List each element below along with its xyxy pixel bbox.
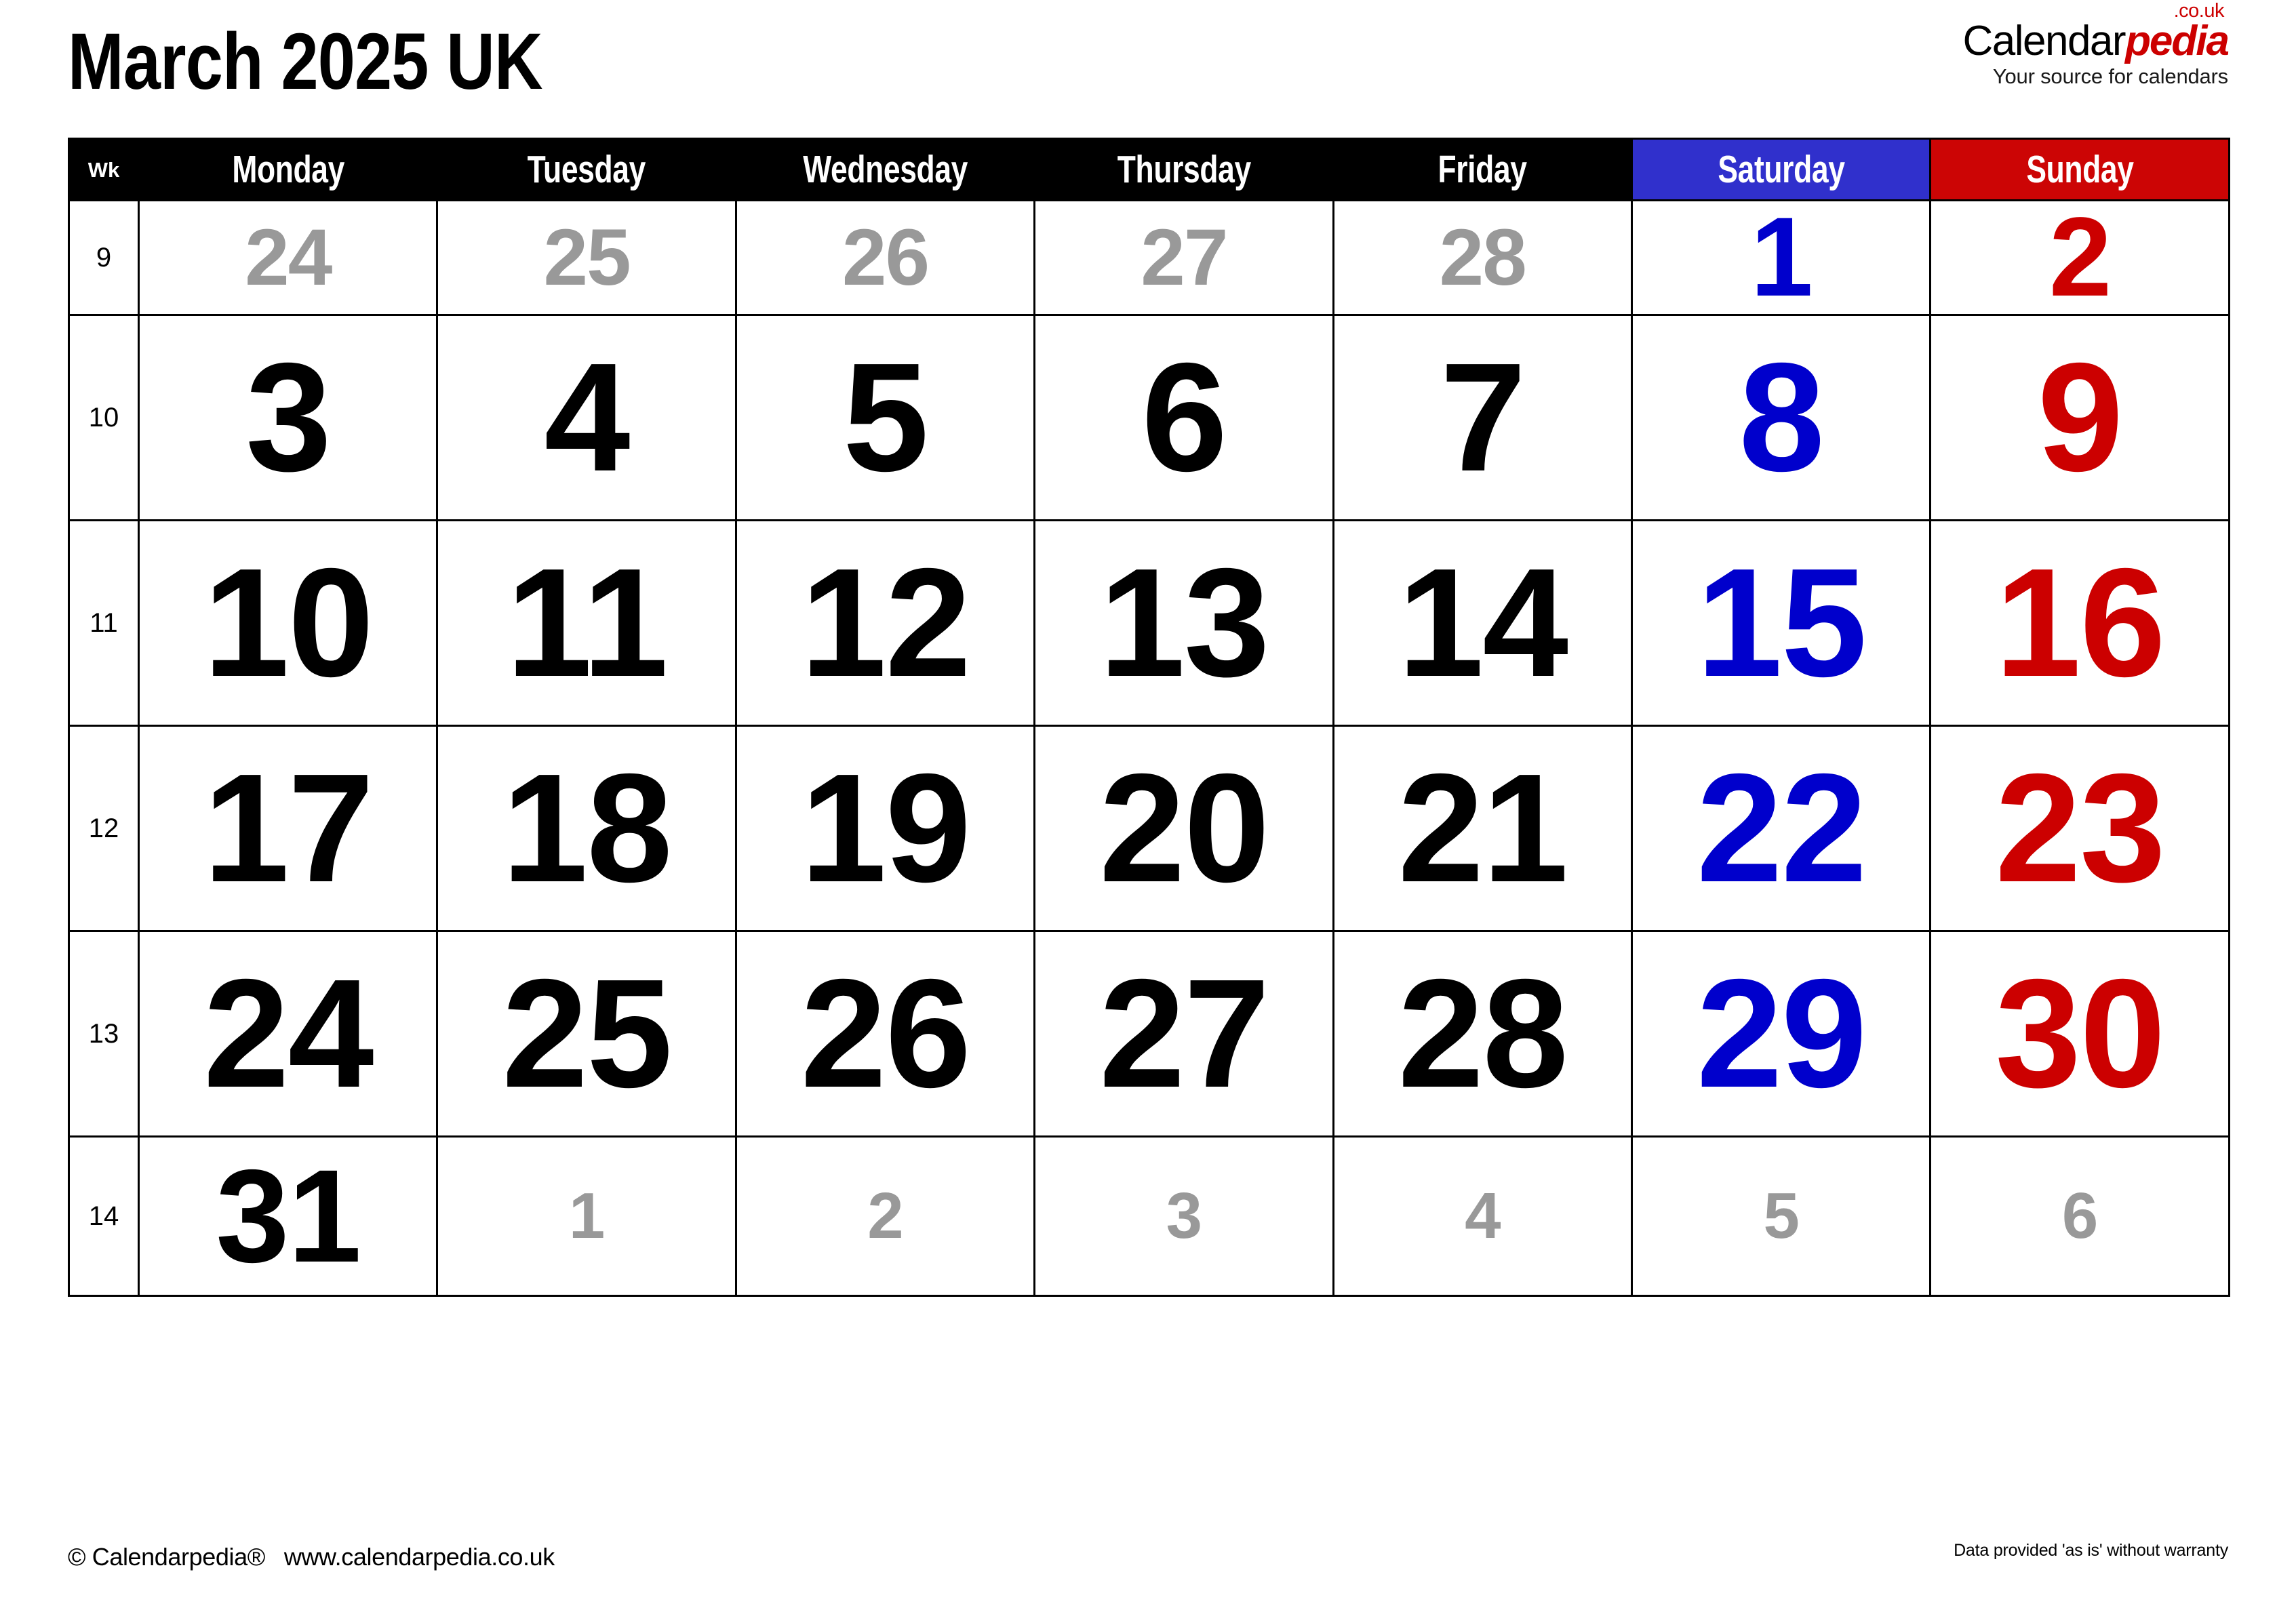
calendar-grid: Wk Monday Tuesday Wednesday Thursday Fri… [68, 138, 2230, 1297]
day-cell[interactable]: 6 [1929, 1135, 2230, 1297]
day-cell[interactable]: 8 [1630, 314, 1932, 521]
page-header: March 2025 UK Calendarpedia .co.uk Your s… [0, 0, 2296, 132]
column-header-sunday: Sunday [1929, 138, 2230, 201]
copyright-text: © Calendarpedia® [68, 1543, 265, 1571]
week-number-cell: 13 [68, 930, 140, 1138]
brand-name-red: pedia [2125, 18, 2230, 64]
day-cell[interactable]: 21 [1332, 725, 1633, 932]
day-cell[interactable]: 27 [1033, 199, 1334, 316]
brand-name-black: Calendar [1962, 18, 2126, 64]
day-cell[interactable]: 7 [1332, 314, 1633, 521]
day-cell[interactable]: 6 [1033, 314, 1334, 521]
calendar-week-row: 11 10 11 12 13 14 15 16 [68, 519, 2230, 727]
day-cell[interactable]: 15 [1630, 519, 1932, 727]
week-number-cell: 11 [68, 519, 140, 727]
day-cell[interactable]: 24 [137, 930, 439, 1138]
day-cell[interactable]: 3 [137, 314, 439, 521]
day-cell[interactable]: 19 [734, 725, 1036, 932]
day-cell[interactable]: 4 [436, 314, 737, 521]
day-cell[interactable]: 28 [1332, 199, 1633, 316]
week-number-cell: 9 [68, 199, 140, 316]
brand-tagline: Your source for calendars [1992, 64, 2228, 88]
website-link[interactable]: www.calendarpedia.co.uk [284, 1543, 555, 1571]
week-number-cell: 10 [68, 314, 140, 521]
brand-tld: .co.uk [2173, 0, 2225, 22]
day-cell[interactable]: 3 [1033, 1135, 1334, 1297]
day-cell[interactable]: 26 [734, 930, 1036, 1138]
footer-copyright: © Calendarpedia® www.calendarpedia.co.uk [68, 1544, 555, 1571]
calendar-body: 9 24 25 26 27 28 1 2 10 3 4 5 6 7 8 9 11 10 11 12 13 14 15 16 12… [68, 199, 2230, 1297]
calendar-week-row: 12 17 18 19 20 21 22 23 [68, 725, 2230, 932]
monday-label: Monday [231, 147, 344, 191]
day-cell[interactable]: 17 [137, 725, 439, 932]
day-cell[interactable]: 29 [1630, 930, 1932, 1138]
sunday-label: Sunday [2025, 147, 2134, 191]
column-header-week: Wk [68, 138, 140, 201]
tuesday-label: Tuesday [527, 147, 646, 191]
day-cell[interactable]: 22 [1630, 725, 1932, 932]
day-cell[interactable]: 16 [1929, 519, 2230, 727]
column-header-thursday: Thursday [1033, 138, 1334, 201]
calendarpedia-logo[interactable]: Calendarpedia .co.uk Your source for cale… [1962, 1, 2230, 88]
day-cell[interactable]: 18 [436, 725, 737, 932]
day-cell[interactable]: 5 [734, 314, 1036, 521]
day-cell[interactable]: 9 [1929, 314, 2230, 521]
day-cell[interactable]: 20 [1033, 725, 1334, 932]
day-cell[interactable]: 2 [734, 1135, 1036, 1297]
day-cell[interactable]: 13 [1033, 519, 1334, 727]
day-cell[interactable]: 4 [1332, 1135, 1633, 1297]
day-cell[interactable]: 10 [137, 519, 439, 727]
day-cell[interactable]: 5 [1630, 1135, 1932, 1297]
day-cell[interactable]: 24 [137, 199, 439, 316]
day-cell[interactable]: 28 [1332, 930, 1633, 1138]
day-cell[interactable]: 30 [1929, 930, 2230, 1138]
calendar-page: March 2025 UK Calendarpedia .co.uk Your s… [0, 0, 2296, 1610]
column-header-wednesday: Wednesday [734, 138, 1036, 201]
column-header-tuesday: Tuesday [436, 138, 737, 201]
day-cell[interactable]: 31 [137, 1135, 439, 1297]
day-cell[interactable]: 14 [1332, 519, 1633, 727]
day-cell[interactable]: 1 [436, 1135, 737, 1297]
calendar-header-row: Wk Monday Tuesday Wednesday Thursday Fri… [68, 138, 2230, 201]
column-header-saturday: Saturday [1630, 138, 1932, 201]
day-cell[interactable]: 25 [436, 930, 737, 1138]
day-cell[interactable]: 11 [436, 519, 737, 727]
calendar-week-row: 10 3 4 5 6 7 8 9 [68, 314, 2230, 521]
thursday-label: Thursday [1117, 147, 1251, 191]
week-number-cell: 14 [68, 1135, 140, 1297]
wednesday-label: Wednesday [803, 147, 968, 191]
day-cell[interactable]: 12 [734, 519, 1036, 727]
saturday-label: Saturday [1718, 147, 1845, 191]
week-number-cell: 12 [68, 725, 140, 932]
column-header-monday: Monday [137, 138, 439, 201]
day-cell[interactable]: 2 [1929, 199, 2230, 316]
calendar-week-row: 13 24 25 26 27 28 29 30 [68, 930, 2230, 1138]
page-title: March 2025 UK [68, 17, 543, 106]
column-header-friday: Friday [1332, 138, 1633, 201]
week-header-label: Wk [87, 157, 120, 182]
day-cell[interactable]: 25 [436, 199, 737, 316]
day-cell[interactable]: 23 [1929, 725, 2230, 932]
calendar-week-row: 14 31 1 2 3 4 5 6 [68, 1135, 2230, 1297]
calendar-week-row: 9 24 25 26 27 28 1 2 [68, 199, 2230, 316]
footer-disclaimer: Data provided 'as is' without warranty [1954, 1541, 2228, 1560]
day-cell[interactable]: 1 [1630, 199, 1932, 316]
day-cell[interactable]: 27 [1033, 930, 1334, 1138]
friday-label: Friday [1438, 147, 1527, 191]
brand-wordmark: Calendarpedia .co.uk [1962, 1, 2230, 64]
day-cell[interactable]: 26 [734, 199, 1036, 316]
